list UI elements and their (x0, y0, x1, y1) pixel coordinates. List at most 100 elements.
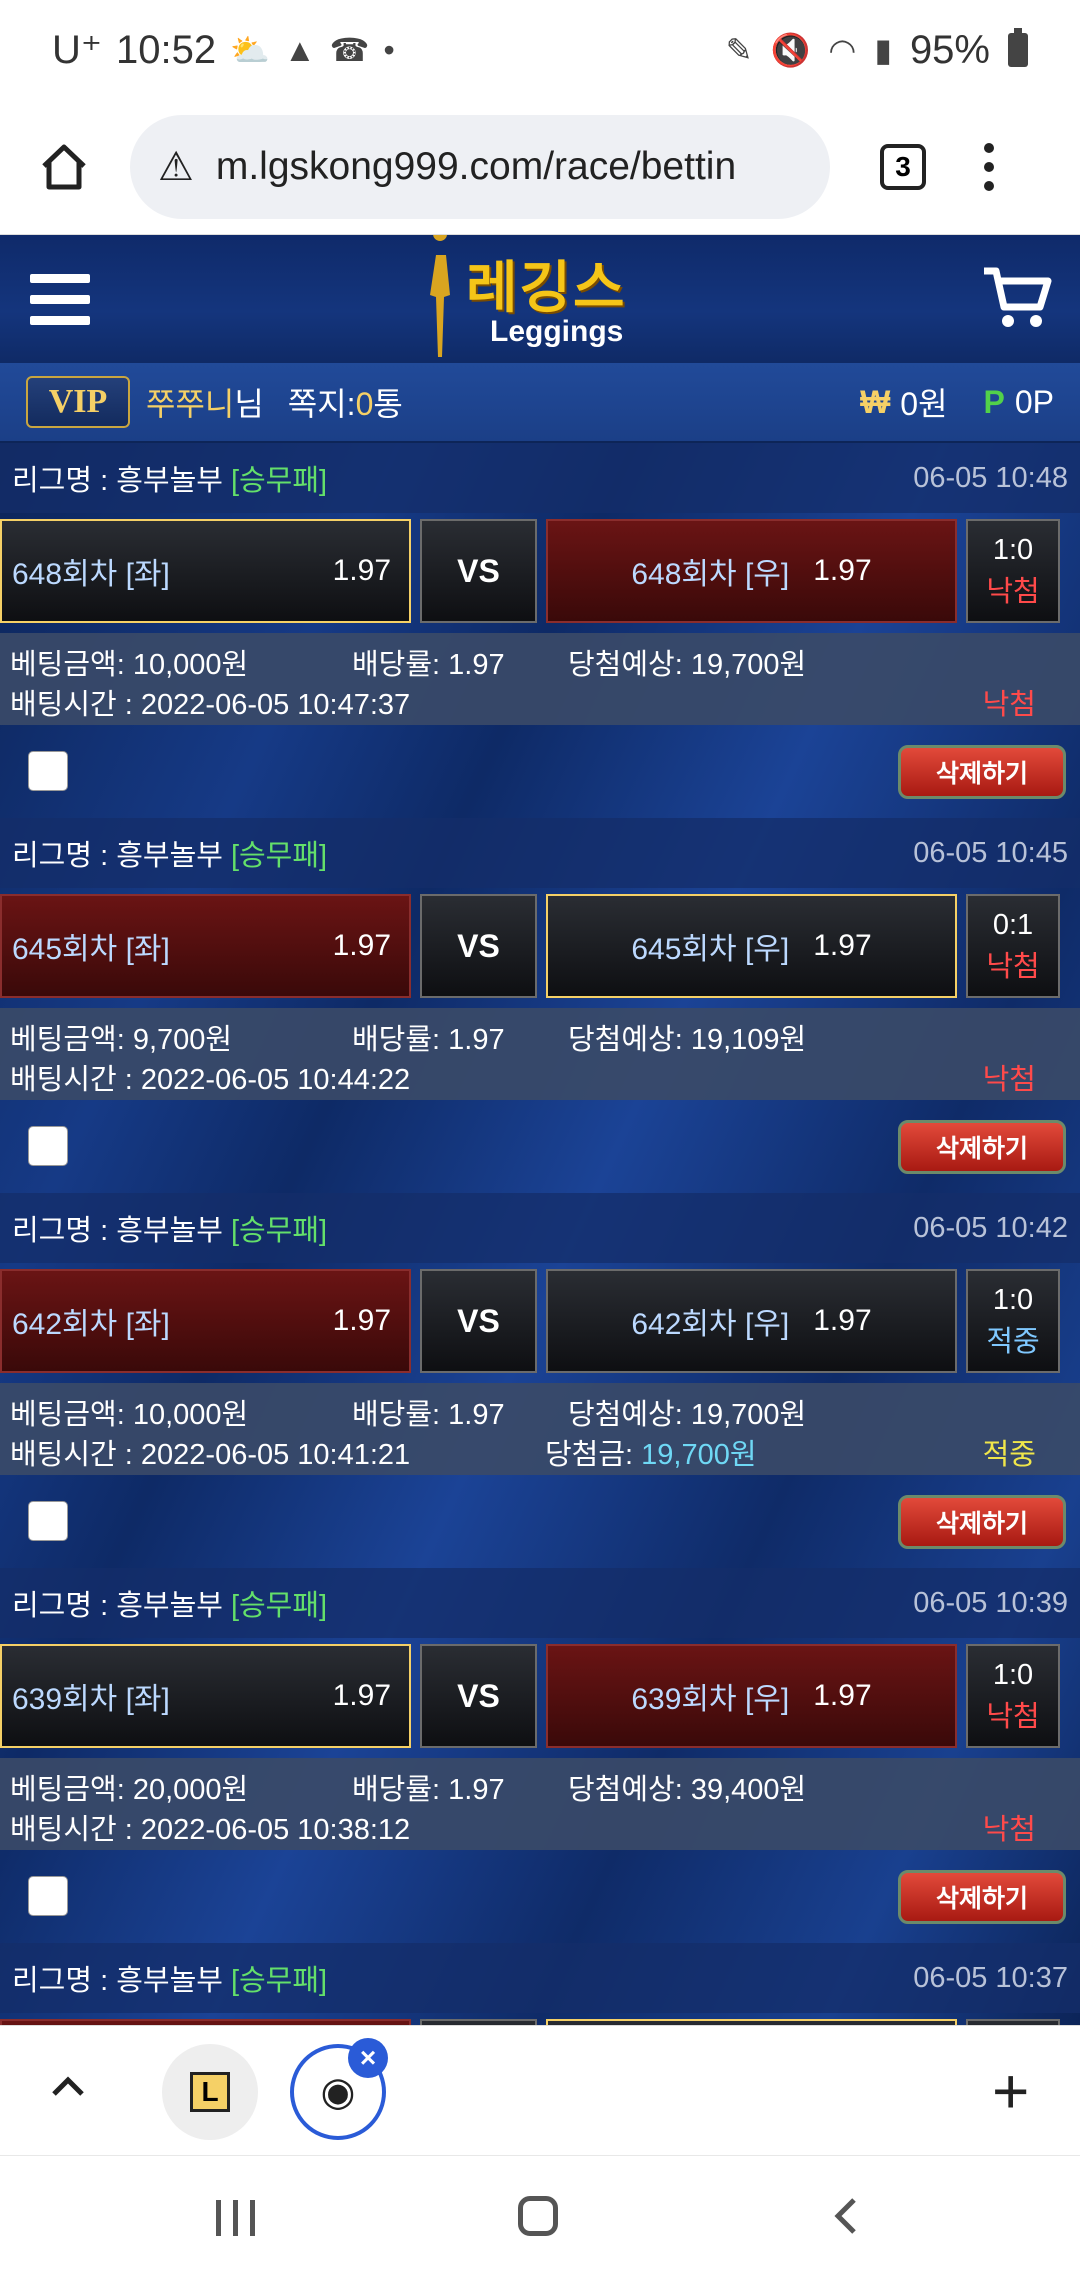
right-team-name: 648회차 [우] (631, 558, 790, 591)
vs-label: VS (420, 1644, 537, 1748)
select-checkbox[interactable] (28, 1876, 68, 1916)
close-tab-icon[interactable]: × (348, 2038, 388, 2078)
points-icon: P (983, 383, 1005, 420)
browser-toolbar: ⚠ m.lgskong999.com/race/bettin 3 (0, 100, 1080, 235)
bet-time: 2022-06-05 10:41:21 (140, 1439, 411, 1471)
delete-button[interactable]: 삭제하기 (898, 1120, 1066, 1174)
bet-status: 낙첨 (982, 1814, 1036, 1846)
chevron-up-icon[interactable] (48, 2066, 88, 2106)
delete-button[interactable]: 삭제하기 (898, 1495, 1066, 1549)
browser-bottom-bar: L ◉ × + (0, 2025, 1080, 2155)
right-team-pick: 645회차 [우] 1.97 (546, 894, 957, 998)
logo-english: Leggings (490, 315, 624, 348)
username: 쭈쭈니 (146, 386, 235, 422)
left-team-odds: 1.97 (332, 1679, 391, 1712)
league-row: 리그명 : 흥부놀부 [승무패] 06-05 10:45 (0, 818, 1080, 888)
league-name: 리그명 : 흥부놀부 (12, 1590, 223, 1622)
league-row: 리그명 : 흥부놀부 [승무패] 06-05 10:42 (0, 1193, 1080, 1263)
expected-value: 19,109원 (690, 1024, 807, 1056)
league-row: 리그명 : 흥부놀부 [승무패] 06-05 10:48 (0, 443, 1080, 513)
bet-time-label: 배팅시간 : (10, 1064, 133, 1096)
vs-label: VS (420, 1269, 537, 1373)
hamburger-menu-icon[interactable] (30, 273, 90, 325)
delete-button[interactable]: 삭제하기 (898, 1870, 1066, 1924)
messages-link[interactable]: 쪽지:0통 (288, 379, 403, 425)
winnings-label: 당첨금: (545, 1439, 634, 1471)
bet-info: 베팅금액: 10,000원 배당률: 1.97 당첨예상: 19,700원 배팅… (0, 633, 1080, 725)
delete-button[interactable]: 삭제하기 (898, 745, 1066, 799)
bet-amount: 10,000원 (132, 1399, 249, 1431)
bet-amount: 10,000원 (132, 649, 249, 681)
left-team-odds: 1.97 (332, 554, 391, 587)
match-row: 639회차 [좌] 1.97 VS 639회차 [우] 1.97 1:0 낙첨 (0, 1638, 1080, 1750)
left-team-pick: 639회차 [좌] 1.97 (0, 1644, 411, 1748)
league-row: 리그명 : 흥부놀부 [승무패] 06-05 10:39 (0, 1568, 1080, 1638)
points-balance: 0P (1014, 383, 1054, 420)
odds-label: 배당률: (352, 1024, 441, 1056)
tab-switcher-button[interactable]: 3 (880, 144, 926, 190)
bet-amount: 20,000원 (132, 1774, 249, 1806)
bet-date: 06-05 10:37 (913, 1961, 1068, 1994)
result-label: 낙첨 (986, 951, 1040, 983)
bet-time-label: 배팅시간 : (10, 1439, 133, 1471)
battery-percent: 95% (909, 27, 990, 72)
back-icon[interactable] (826, 2196, 866, 2236)
league-name: 리그명 : 흥부놀부 (12, 840, 223, 872)
right-team-pick: 642회차 [우] 1.97 (546, 1269, 957, 1373)
right-team-odds: 1.97 (813, 554, 872, 587)
action-row: 삭제하기 (0, 1850, 1080, 1943)
right-team-odds: 1.97 (813, 929, 872, 962)
result-label: 낙첨 (986, 576, 1040, 608)
home-button[interactable] (28, 131, 100, 203)
cart-icon[interactable] (982, 265, 1052, 331)
bet-amount-label: 베팅금액: (10, 1399, 125, 1431)
bet-amount-label: 베팅금액: (10, 1774, 125, 1806)
score: 1:0 (992, 1284, 1034, 1316)
score: 0:1 (992, 909, 1034, 941)
home-icon (42, 144, 86, 190)
tab-thumbnail-1[interactable]: L (162, 2044, 258, 2140)
match-row: 645회차 [좌] 1.97 VS 645회차 [우] 1.97 0:1 낙첨 (0, 888, 1080, 1000)
match-row (0, 2013, 1080, 2025)
league-name: 리그명 : 흥부놀부 (12, 1215, 223, 1247)
recent-apps-icon[interactable] (216, 2200, 255, 2236)
left-team-pick: 645회차 [좌] 1.97 (0, 894, 411, 998)
bet-time-label: 배팅시간 : (10, 689, 133, 721)
select-checkbox[interactable] (28, 1126, 68, 1166)
browser-menu-button[interactable] (984, 143, 994, 191)
expected-label: 당첨예상: (568, 1399, 683, 1431)
bet-card: 리그명 : 흥부놀부 [승무패] 06-05 10:37 (0, 1943, 1080, 2025)
odds-label: 배당률: (352, 649, 441, 681)
battery-icon (1008, 28, 1028, 67)
bet-card: 리그명 : 흥부놀부 [승무패] 06-05 10:45 645회차 [좌] 1.… (0, 818, 1080, 1193)
left-team-pick: 648회차 [좌] 1.97 (0, 519, 411, 623)
score: 1:0 (992, 1659, 1034, 1691)
result-box: 1:0 적중 (966, 1269, 1060, 1373)
league-row: 리그명 : 흥부놀부 [승무패] 06-05 10:37 (0, 1943, 1080, 2013)
new-tab-icon[interactable]: + (992, 2054, 1029, 2128)
select-checkbox[interactable] (28, 751, 68, 791)
result-box: 1:0 낙첨 (966, 1644, 1060, 1748)
expected-value: 19,700원 (690, 1399, 807, 1431)
action-row: 삭제하기 (0, 725, 1080, 818)
bet-type: [승무패] (230, 1215, 328, 1247)
right-team-odds: 1.97 (813, 1679, 872, 1712)
bet-date: 06-05 10:48 (913, 461, 1068, 494)
right-team-name: 642회차 [우] (631, 1308, 790, 1341)
odds-value: 1.97 (448, 1774, 505, 1806)
bet-card: 리그명 : 흥부놀부 [승무패] 06-05 10:39 639회차 [좌] 1.… (0, 1568, 1080, 1943)
url-text: m.lgskong999.com/race/bettin (215, 145, 737, 188)
weather-icon: ⛅ (230, 32, 270, 68)
site-logo[interactable]: 레깅스 Leggings (410, 235, 670, 363)
expected-label: 당첨예상: (568, 1024, 683, 1056)
result-box: 0:1 낙첨 (966, 894, 1060, 998)
left-team-name: 648회차 [좌] (12, 558, 170, 591)
right-team-name: 639회차 [우] (631, 1683, 790, 1716)
select-checkbox[interactable] (28, 1501, 68, 1541)
logo-figure-icon (430, 235, 450, 357)
bet-type: [승무패] (230, 465, 328, 497)
address-bar[interactable]: ⚠ m.lgskong999.com/race/bettin (130, 115, 830, 219)
bet-status: 낙첨 (982, 1064, 1036, 1096)
vip-badge: VIP (26, 376, 130, 428)
home-nav-icon[interactable] (518, 2196, 558, 2236)
